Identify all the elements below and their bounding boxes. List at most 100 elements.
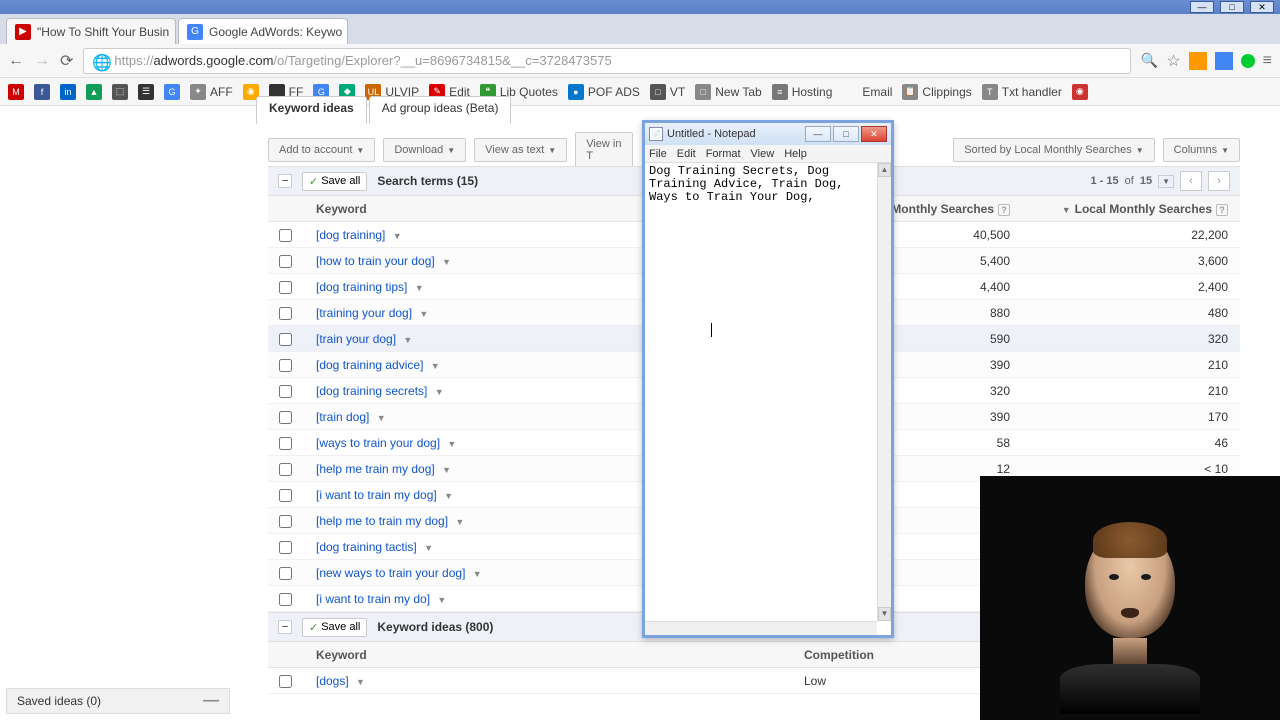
row-checkbox[interactable]	[268, 227, 302, 241]
help-icon[interactable]: ?	[998, 204, 1010, 216]
bookmark-item[interactable]: M	[8, 84, 24, 100]
row-checkbox[interactable]	[268, 357, 302, 371]
notepad-minimize-button[interactable]: —	[805, 126, 831, 142]
reload-button[interactable]: ⟳	[60, 51, 73, 71]
tab-keyword-ideas[interactable]: Keyword ideas	[256, 96, 367, 124]
dropdown-caret-icon[interactable]: ▼	[415, 283, 424, 293]
browser-tab-youtube[interactable]: ▶ "How To Shift Your Busin ×	[6, 18, 176, 44]
row-checkbox[interactable]	[268, 461, 302, 475]
pager-dropdown-icon[interactable]: ▼	[1158, 175, 1174, 188]
dropdown-caret-icon[interactable]: ▼	[403, 335, 412, 345]
save-all-button[interactable]: ✓Save all	[302, 172, 367, 191]
notepad-titlebar[interactable]: 📄 Untitled - Notepad — □ ✕	[645, 123, 891, 145]
row-checkbox[interactable]	[268, 409, 302, 423]
browser-tab-adwords[interactable]: G Google AdWords: Keywo ×	[178, 18, 348, 44]
dropdown-caret-icon[interactable]: ▼	[393, 231, 402, 241]
row-checkbox[interactable]	[268, 673, 302, 687]
notepad-menu-edit[interactable]: Edit	[677, 148, 696, 160]
dropdown-caret-icon[interactable]: ▼	[356, 677, 365, 687]
bookmark-star-icon[interactable]: ☆	[1166, 51, 1180, 71]
col-keyword[interactable]: Keyword	[268, 648, 800, 662]
tab-close-icon[interactable]: ×	[169, 25, 176, 39]
bookmark-item[interactable]: f	[34, 84, 50, 100]
bookmark-item[interactable]: ☰	[138, 84, 154, 100]
dropdown-caret-icon[interactable]: ▼	[473, 569, 482, 579]
pager-next-button[interactable]: ›	[1208, 171, 1230, 191]
bookmark-item[interactable]: G	[164, 84, 180, 100]
save-all-button[interactable]: ✓Save all	[302, 618, 367, 637]
row-checkbox[interactable]	[268, 435, 302, 449]
forward-button[interactable]: →	[34, 52, 50, 70]
row-checkbox[interactable]	[268, 383, 302, 397]
columns-button[interactable]: Columns▼	[1163, 138, 1240, 162]
collapse-toggle[interactable]: –	[278, 174, 292, 188]
dropdown-caret-icon[interactable]: ▼	[419, 309, 428, 319]
sorted-by-button[interactable]: Sorted by Local Monthly Searches▼	[953, 138, 1154, 162]
row-checkbox[interactable]	[268, 253, 302, 267]
scroll-down-icon[interactable]: ▼	[878, 607, 891, 621]
add-to-account-button[interactable]: Add to account▼	[268, 138, 375, 162]
tab-adgroup-ideas[interactable]: Ad group ideas (Beta)	[369, 96, 512, 124]
col-local-searches[interactable]: ▼Local Monthly Searches?	[1040, 202, 1240, 216]
keyword-link[interactable]: [dogs] ▼	[302, 674, 800, 688]
view-as-text-button[interactable]: View as text▼	[474, 138, 567, 162]
notepad-menu-help[interactable]: Help	[784, 148, 807, 160]
row-checkbox[interactable]	[268, 565, 302, 579]
row-checkbox[interactable]	[268, 279, 302, 293]
notepad-scrollbar-horizontal[interactable]	[645, 621, 877, 635]
back-button[interactable]: ←	[8, 52, 24, 70]
download-button[interactable]: Download▼	[383, 138, 466, 162]
scroll-up-icon[interactable]: ▲	[878, 163, 891, 177]
tab-close-icon[interactable]: ×	[342, 25, 348, 39]
bookmark-item[interactable]: ◉	[1072, 84, 1088, 100]
bookmark-item[interactable]: ●POF ADS	[568, 84, 640, 100]
help-icon[interactable]: ?	[1216, 204, 1228, 216]
notepad-text-area[interactable]: Dog Training Secrets, Dog Training Advic…	[645, 163, 877, 621]
dropdown-caret-icon[interactable]: ▼	[455, 517, 464, 527]
dropdown-caret-icon[interactable]: ▼	[444, 491, 453, 501]
bookmark-item[interactable]: in	[60, 84, 76, 100]
row-checkbox[interactable]	[268, 513, 302, 527]
ext-icon[interactable]	[1189, 52, 1207, 70]
row-checkbox[interactable]	[268, 539, 302, 553]
collapse-icon[interactable]: —	[203, 692, 219, 710]
ext-icon[interactable]	[1241, 54, 1255, 68]
notepad-close-button[interactable]: ✕	[861, 126, 887, 142]
ext-icon[interactable]	[1215, 52, 1233, 70]
window-minimize-button[interactable]: —	[1190, 1, 1214, 13]
notepad-menu-view[interactable]: View	[751, 148, 775, 160]
dropdown-caret-icon[interactable]: ▼	[377, 413, 386, 423]
dropdown-caret-icon[interactable]: ▼	[447, 439, 456, 449]
dropdown-caret-icon[interactable]: ▼	[442, 465, 451, 475]
dropdown-caret-icon[interactable]: ▼	[442, 257, 451, 267]
row-checkbox[interactable]	[268, 487, 302, 501]
bookmark-item[interactable]: 📋Clippings	[902, 84, 971, 100]
collapse-toggle[interactable]: –	[278, 620, 292, 634]
row-checkbox[interactable]	[268, 591, 302, 605]
dropdown-caret-icon[interactable]: ▼	[435, 387, 444, 397]
chrome-menu-icon[interactable]: ≡	[1263, 52, 1272, 70]
pager-prev-button[interactable]: ‹	[1180, 171, 1202, 191]
notepad-menu-file[interactable]: File	[649, 148, 667, 160]
bookmark-item[interactable]: ▲	[86, 84, 102, 100]
dropdown-caret-icon[interactable]: ▼	[437, 595, 446, 605]
bookmark-item[interactable]: □New Tab	[695, 84, 761, 100]
bookmark-item[interactable]: ✦AFF	[190, 84, 233, 100]
notepad-scrollbar-vertical[interactable]: ▲ ▼	[877, 163, 891, 621]
notepad-window[interactable]: 📄 Untitled - Notepad — □ ✕ File Edit Forma…	[642, 120, 894, 638]
address-bar[interactable]: 🌐 https://adwords.google.com/o/Targeting…	[83, 48, 1130, 74]
notepad-maximize-button[interactable]: □	[833, 126, 859, 142]
bookmark-item[interactable]: ≡Hosting	[772, 84, 833, 100]
dropdown-caret-icon[interactable]: ▼	[431, 361, 440, 371]
saved-ideas-panel[interactable]: Saved ideas (0) —	[6, 688, 230, 714]
bookmark-item[interactable]: Email	[842, 84, 892, 100]
window-maximize-button[interactable]: □	[1220, 1, 1244, 13]
notepad-menu-format[interactable]: Format	[706, 148, 741, 160]
bookmark-item[interactable]: ⬚	[112, 84, 128, 100]
window-close-button[interactable]: ✕	[1250, 1, 1274, 13]
view-in-button[interactable]: View in T	[575, 132, 633, 168]
search-icon[interactable]: 🔍	[1141, 52, 1158, 69]
dropdown-caret-icon[interactable]: ▼	[424, 543, 433, 553]
row-checkbox[interactable]	[268, 305, 302, 319]
bookmark-item[interactable]: □VT	[650, 84, 685, 100]
